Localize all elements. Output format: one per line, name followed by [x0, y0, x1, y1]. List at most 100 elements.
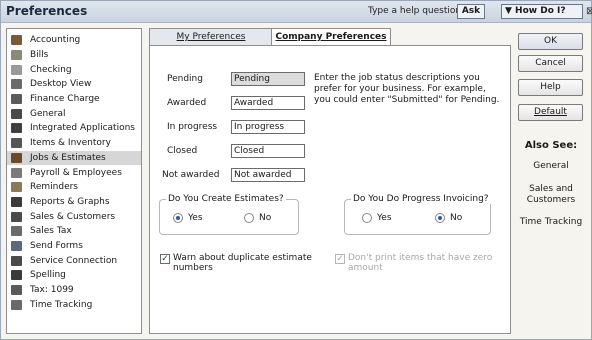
- closed-label: Closed: [167, 146, 198, 156]
- also-see-general-link[interactable]: General: [511, 161, 591, 172]
- default-button[interactable]: Default: [518, 104, 583, 121]
- also-see-title: Also See:: [524, 140, 578, 151]
- sidebar-item-label: Service Connection: [30, 255, 118, 266]
- sidebar-item-payroll-employees[interactable]: Payroll & Employees: [7, 165, 141, 180]
- warn-duplicate-label: Warn about duplicate estimate numbers: [173, 253, 312, 273]
- progress-no-label: No: [450, 213, 463, 223]
- sidebar-item-label: Items & Inventory: [30, 138, 111, 149]
- service-connection-icon: [11, 255, 22, 266]
- help-button[interactable]: Help: [518, 79, 583, 96]
- sidebar-item-label: Desktop View: [30, 79, 92, 90]
- sidebar-item-checking[interactable]: Checking: [7, 62, 141, 77]
- preferences-window: Preferences Type a help question Ask ▼ H…: [0, 0, 592, 340]
- progress-yes-radio[interactable]: Yes: [362, 213, 392, 223]
- sidebar-item-label: Tax: 1099: [30, 285, 74, 296]
- time-tracking-icon: [11, 299, 22, 310]
- general-icon: [11, 108, 22, 119]
- desktop-view-icon: [11, 79, 22, 90]
- sidebar-item-label: Time Tracking: [30, 299, 93, 310]
- sidebar-item-label: Integrated Applications: [30, 123, 135, 134]
- progress-yes-label: Yes: [377, 213, 392, 223]
- sidebar-item-label: Payroll & Employees: [30, 167, 122, 178]
- estimates-yes-label: Yes: [188, 213, 203, 223]
- ok-button[interactable]: OK: [518, 33, 583, 50]
- reminders-icon: [11, 182, 22, 193]
- in-progress-input[interactable]: In progress: [231, 120, 305, 134]
- tab-company-preferences-label: Company Preferences: [275, 32, 387, 42]
- also-see-sales-customers-link[interactable]: Sales and Customers: [511, 184, 591, 206]
- progress-no-dot: [435, 213, 445, 223]
- sidebar-item-label: Finance Charge: [30, 94, 100, 105]
- pending-input[interactable]: Pending: [231, 72, 305, 86]
- sales-customers-icon: [11, 211, 22, 222]
- sidebar-item-service-connection[interactable]: Service Connection: [7, 253, 141, 268]
- sidebar-item-label: Sales Tax: [30, 226, 72, 237]
- estimates-no-radio[interactable]: No: [244, 213, 271, 223]
- awarded-label: Awarded: [167, 98, 207, 108]
- close-icon[interactable]: ⊠: [586, 6, 592, 17]
- send-forms-icon: [11, 240, 22, 251]
- accounting-icon: [11, 35, 22, 46]
- tab-my-preferences-label: My Preferences: [176, 32, 246, 42]
- jobs-estimates-icon: [11, 152, 22, 163]
- job-status-description: Enter the job status descriptions you pr…: [314, 73, 500, 105]
- sidebar-item-label: Bills: [30, 50, 49, 61]
- also-see-time-tracking-link[interactable]: Time Tracking: [511, 217, 591, 228]
- progress-no-radio[interactable]: No: [435, 213, 462, 223]
- bills-icon: [11, 50, 22, 61]
- estimates-group-title: Do You Create Estimates?: [166, 194, 286, 204]
- sidebar-item-label: Checking: [30, 64, 72, 75]
- sidebar-item-general[interactable]: General: [7, 106, 141, 121]
- not-awarded-label: Not awarded: [162, 170, 220, 180]
- estimates-yes-radio[interactable]: Yes: [173, 213, 203, 223]
- sidebar-item-time-tracking[interactable]: Time Tracking: [7, 297, 141, 312]
- pending-label: Pending: [167, 74, 203, 84]
- sidebar-item-send-forms[interactable]: Send Forms: [7, 239, 141, 254]
- how-do-i-button[interactable]: ▼ How Do I?: [501, 4, 583, 19]
- preferences-category-list: Accounting Bills Checking Desktop View Finan…: [6, 28, 142, 334]
- spelling-icon: [11, 270, 22, 281]
- dont-print-zero-checkbox[interactable]: ✓ Don't print items that have zero amoun…: [335, 253, 495, 273]
- sidebar-item-reminders[interactable]: Reminders: [7, 180, 141, 195]
- sidebar-item-spelling[interactable]: Spelling: [7, 268, 141, 283]
- sidebar-item-label: Sales & Customers: [30, 211, 116, 222]
- sidebar-item-label: Reminders: [30, 182, 78, 193]
- estimates-yes-dot: [173, 213, 183, 223]
- checking-icon: [11, 64, 22, 75]
- not-awarded-input[interactable]: Not awarded: [231, 168, 305, 182]
- sidebar-item-label: Accounting: [30, 35, 81, 46]
- sidebar-item-tax-1099[interactable]: Tax: 1099: [7, 283, 141, 298]
- sidebar-item-integrated-applications[interactable]: Integrated Applications: [7, 121, 141, 136]
- integrated-applications-icon: [11, 123, 22, 134]
- warn-duplicate-estimate-checkbox[interactable]: ✓ Warn about duplicate estimate numbers: [160, 253, 320, 273]
- sidebar-item-reports-graphs[interactable]: Reports & Graphs: [7, 195, 141, 210]
- sidebar-item-label: Send Forms: [30, 240, 83, 251]
- warn-duplicate-check: ✓: [160, 254, 170, 264]
- tab-my-preferences[interactable]: My Preferences: [149, 28, 273, 46]
- sidebar-item-sales-tax[interactable]: Sales Tax: [7, 224, 141, 239]
- sidebar-item-accounting[interactable]: Accounting: [7, 33, 141, 48]
- progress-yes-dot: [362, 213, 372, 223]
- items-inventory-icon: [11, 138, 22, 149]
- ask-button[interactable]: Ask: [457, 4, 485, 19]
- sidebar-item-sales-customers[interactable]: Sales & Customers: [7, 209, 141, 224]
- closed-input[interactable]: Closed: [231, 144, 305, 158]
- sidebar-item-desktop-view[interactable]: Desktop View: [7, 77, 141, 92]
- in-progress-label: In progress: [167, 122, 218, 132]
- help-question-field[interactable]: Type a help question: [368, 6, 461, 16]
- sidebar-item-jobs-estimates[interactable]: Jobs & Estimates: [7, 150, 141, 166]
- default-button-label: Default: [534, 107, 567, 117]
- sales-tax-icon: [11, 226, 22, 237]
- window-title: Preferences: [6, 4, 88, 18]
- title-bar: Preferences Type a help question Ask ▼ H…: [1, 1, 592, 23]
- reports-graphs-icon: [11, 196, 22, 207]
- preference-tabs: My Preferences Company Preferences: [149, 28, 509, 47]
- sidebar-item-finance-charge[interactable]: Finance Charge: [7, 92, 141, 107]
- sidebar-item-bills[interactable]: Bills: [7, 48, 141, 63]
- sidebar-item-label: Spelling: [30, 270, 66, 281]
- progress-invoicing-group-title: Do You Do Progress Invoicing?: [351, 194, 491, 204]
- awarded-input[interactable]: Awarded: [231, 96, 305, 110]
- cancel-button[interactable]: Cancel: [518, 55, 583, 72]
- finance-charge-icon: [11, 94, 22, 105]
- sidebar-item-items-inventory[interactable]: Items & Inventory: [7, 136, 141, 151]
